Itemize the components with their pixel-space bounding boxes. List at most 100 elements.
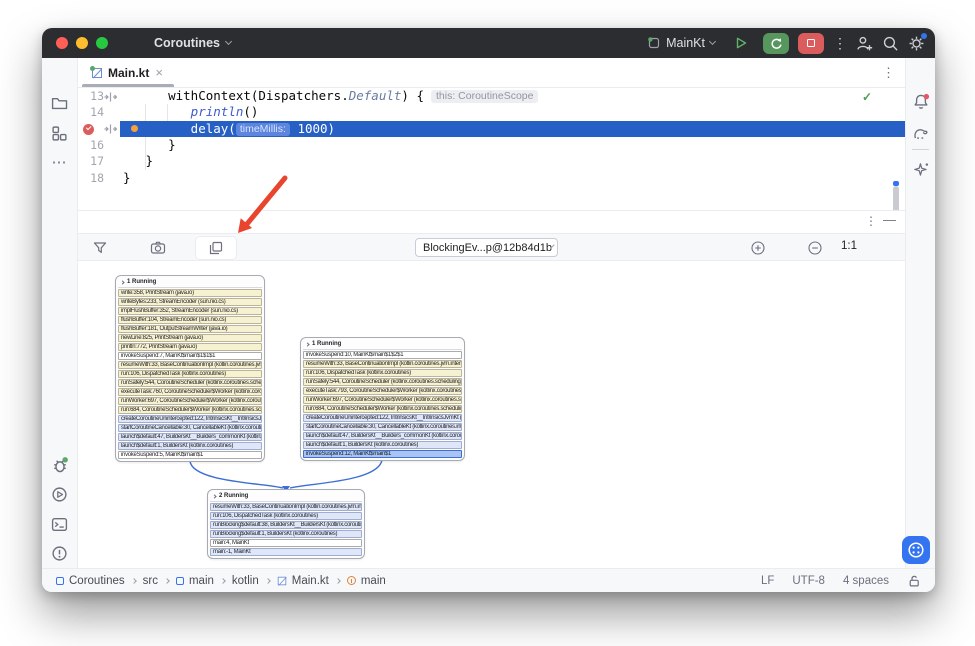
stack-frame-row[interactable]: startCoroutineCancellable:30, Cancellabl… <box>118 424 262 432</box>
code-segment: delay( <box>191 121 236 136</box>
filter-icon <box>92 240 108 256</box>
breadcrumb-label: main <box>189 575 214 587</box>
close-window-button[interactable] <box>56 37 68 49</box>
code-segment: withContext(Dispatchers. <box>168 88 349 103</box>
zoom-reset-button[interactable]: 1:1 <box>841 240 857 252</box>
line-ending-indicator[interactable]: LF <box>761 575 774 587</box>
debug-tool-button[interactable] <box>48 453 72 477</box>
stack-frame-row[interactable]: run:684, CoroutineScheduler$Worker (kotl… <box>303 405 462 413</box>
tab-options-button[interactable]: ⋮ <box>882 65 895 81</box>
run-tool-button[interactable] <box>48 482 72 506</box>
filter-button[interactable] <box>89 237 111 259</box>
stack-frame-row[interactable]: main:4, MainKt <box>210 539 362 547</box>
breadcrumb-item-src[interactable]: src <box>143 575 158 587</box>
stack-frame-row[interactable]: createCoroutineUnintercepted:122, Intrin… <box>303 414 462 422</box>
stack-frame-row[interactable]: launch$default:47, BuildersKt__Builders_… <box>303 432 462 440</box>
stack-frame-row[interactable]: startCoroutineCancellable:30, Cancellabl… <box>303 423 462 431</box>
stack-frame-row[interactable]: flushBuffer:181, OutputStreamWriter (jav… <box>118 325 262 333</box>
stack-frame-row[interactable]: launch$default:47, BuildersKt__Builders_… <box>118 433 262 441</box>
run-configuration-selector[interactable]: MainKt <box>647 36 715 50</box>
stack-frame-row[interactable]: resumeWith:33, BaseContinuationImpl (kot… <box>303 360 462 368</box>
run-config-name: MainKt <box>666 36 705 50</box>
tab-main-kt[interactable]: Main.kt × <box>82 58 173 87</box>
coroutine-node[interactable]: 1 RunninginvokeSuspend:10, MainKt$main$1… <box>300 337 465 461</box>
stack-frame-row[interactable]: invokeSuspend:12, MainKt$main$1 <box>303 450 462 458</box>
stack-frame-row[interactable]: run:106, DispatchedTask (kotlinx.corouti… <box>118 370 262 378</box>
stack-frame-row[interactable]: println:772, PrintStream (java.io) <box>118 343 262 351</box>
stack-frame-row[interactable]: implFlushBuffer:352, StreamEncoder (sun.… <box>118 307 262 315</box>
project-menu[interactable]: Coroutines <box>154 36 231 50</box>
stack-frame-row[interactable]: runSafely:544, CoroutineScheduler (kotli… <box>303 378 462 386</box>
run-button[interactable] <box>728 33 754 54</box>
stack-frame-row[interactable]: runBlocking$default:1, BuildersKt (kotli… <box>210 530 362 538</box>
zoom-in-button[interactable] <box>747 237 769 259</box>
coroutine-node[interactable]: 1 Runningwrite:358, PrintStream (java.io… <box>115 275 265 462</box>
zoom-window-button[interactable] <box>96 37 108 49</box>
stack-frame-row[interactable]: run:106, DispatchedTask (kotlinx.corouti… <box>303 369 462 377</box>
breadcrumb-item-coroutines[interactable]: Coroutines <box>56 575 125 587</box>
right-tool-stripe <box>905 58 935 568</box>
problems-tool-button[interactable] <box>48 541 72 565</box>
stack-frame-row[interactable]: runSafely:544, CoroutineScheduler (kotli… <box>118 379 262 387</box>
breadcrumb-label: Main.kt <box>292 575 329 587</box>
coroutine-node[interactable]: 2 RunningresumeWith:33, BaseContinuation… <box>207 489 365 559</box>
settings-button[interactable] <box>908 35 925 52</box>
ai-assistant-button[interactable] <box>909 158 933 182</box>
notifications-button[interactable] <box>909 90 933 114</box>
stack-frame-row[interactable]: runWorker:697, CoroutineScheduler$Worker… <box>303 396 462 404</box>
breakpoint-icon[interactable] <box>83 124 94 135</box>
rerun-debug-button[interactable] <box>763 33 789 54</box>
indent-indicator[interactable]: 4 spaces <box>843 575 889 587</box>
panel-hide-button[interactable]: — <box>883 212 896 227</box>
more-tool-windows-button[interactable]: ⋯ <box>48 150 72 174</box>
unlocked-icon[interactable] <box>907 574 921 588</box>
stack-frame-row[interactable]: launch$default:1, BuildersKt (kotlinx.co… <box>118 442 262 450</box>
stack-frame-row[interactable]: flushBuffer:104, StreamEncoder (sun.nio.… <box>118 316 262 324</box>
stack-frame-row[interactable]: invokeSuspend:10, MainKt$main$1$2$1 <box>303 351 462 359</box>
stack-frame-row[interactable]: newLine:825, PrintStream (java.io) <box>118 334 262 342</box>
terminal-tool-button[interactable] <box>48 512 72 536</box>
encoding-indicator[interactable]: UTF-8 <box>792 575 825 587</box>
search-icon[interactable] <box>882 35 899 52</box>
chevron-right-icon <box>120 280 124 284</box>
stack-frame-row[interactable]: launch$default:1, BuildersKt (kotlinx.co… <box>303 441 462 449</box>
panel-options-button[interactable]: ⋮ <box>865 214 877 228</box>
coroutine-graph-canvas[interactable]: 1 Runningwrite:358, PrintStream (java.io… <box>78 261 905 568</box>
structure-tool-button[interactable] <box>48 121 72 145</box>
dispatcher-selector[interactable]: BlockingEv...p@12b84d1b <box>415 238 558 257</box>
stack-frame-row[interactable]: write:358, PrintStream (java.io) <box>118 289 262 297</box>
code-with-me-icon[interactable] <box>856 35 873 52</box>
breadcrumb-item-main[interactable]: main <box>176 575 214 587</box>
stack-frame-row[interactable]: run:106, DispatchedTask (kotlinx.corouti… <box>210 512 362 520</box>
floating-assistant-button[interactable] <box>902 536 930 564</box>
stack-frame-row[interactable]: main:-1, MainKt <box>210 548 362 556</box>
stack-frame-row[interactable]: run:684, CoroutineScheduler$Worker (kotl… <box>118 406 262 414</box>
stack-frame-row[interactable]: invokeSuspend:5, MainKt$main$1 <box>118 451 262 459</box>
stack-frame-row[interactable]: runBlocking$default:38, BuildersKt__Buil… <box>210 521 362 529</box>
gradle-tool-button[interactable] <box>909 121 933 145</box>
stack-frame-row[interactable]: createCoroutineUnintercepted:122, Intrin… <box>118 415 262 423</box>
module-icon <box>56 577 64 585</box>
code-segment: () <box>243 104 258 119</box>
breadcrumb-item-kotlin[interactable]: kotlin <box>232 575 259 587</box>
stack-frame-row[interactable]: resumeWith:33, BaseContinuationImpl (kot… <box>210 503 362 511</box>
project-tool-button[interactable] <box>48 91 72 115</box>
breadcrumb-separator-icon <box>220 578 226 584</box>
breadcrumb-item-main[interactable]: main <box>347 575 386 587</box>
breadcrumb-item-main-kt[interactable]: Main.kt <box>277 575 329 587</box>
stack-frame-row[interactable]: runWorker:697, CoroutineScheduler$Worker… <box>118 397 262 405</box>
code-line: delay(timeMillis: 1000) <box>191 121 335 137</box>
stack-frame-row[interactable]: executeTask:793, CoroutineScheduler$Work… <box>303 387 462 395</box>
copy-graph-button[interactable] <box>196 237 236 259</box>
stack-frame-row[interactable]: executeTask:760, CoroutineScheduler$Work… <box>118 388 262 396</box>
stack-frame-row[interactable]: writeBytes:233, StreamEncoder (sun.nio.c… <box>118 298 262 306</box>
stack-frame-row[interactable]: invokeSuspend:7, MainKt$main$1$1$1 <box>118 352 262 360</box>
minimize-window-button[interactable] <box>76 37 88 49</box>
zoom-out-button[interactable] <box>804 237 826 259</box>
stack-frame-row[interactable]: resumeWith:33, BaseContinuationImpl (kot… <box>118 361 262 369</box>
code-line: } <box>146 153 154 169</box>
stop-button[interactable] <box>798 33 824 54</box>
close-tab-icon[interactable]: × <box>155 66 163 79</box>
capture-snapshot-button[interactable] <box>147 237 169 259</box>
more-actions-button[interactable]: ⋮ <box>833 36 847 50</box>
